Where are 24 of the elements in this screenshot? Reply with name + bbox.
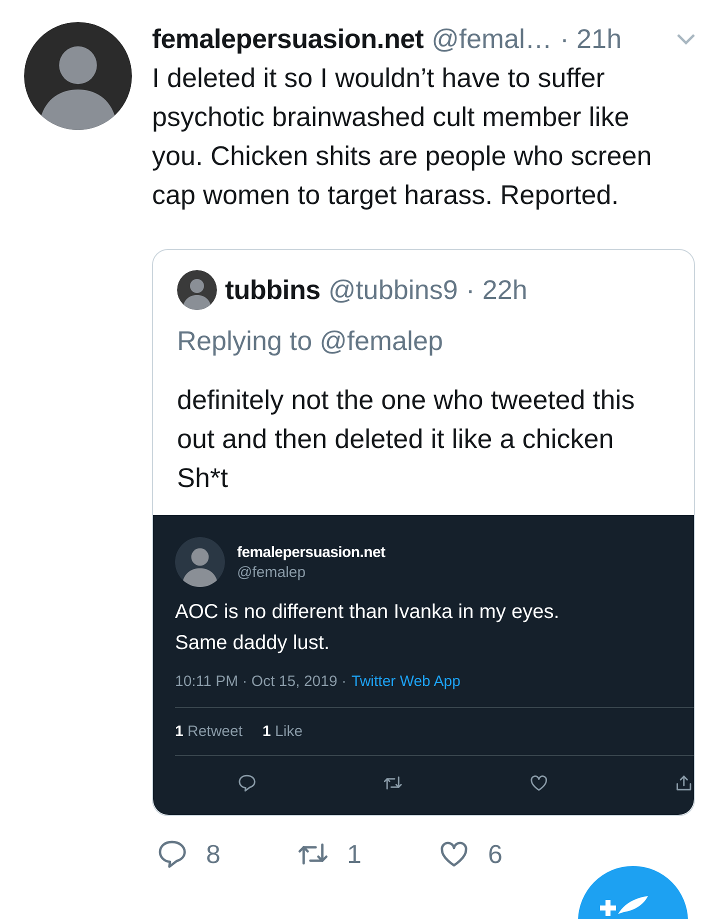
timestamp: 10:11 PM · Oct 15, 2019 · <box>175 673 346 690</box>
stat-count[interactable]: 1 Like <box>262 723 303 740</box>
stat-count[interactable]: 1 Retweet <box>175 723 243 740</box>
reply-icon[interactable] <box>156 838 188 870</box>
avatar[interactable] <box>177 270 217 310</box>
tweet-text: AOC is no different than Ivanka in my eyes. Same daddy lust. <box>175 600 560 656</box>
timestamp: · 22h <box>466 274 528 306</box>
retweet-count: 1 <box>347 838 362 870</box>
like-count: 6 <box>488 838 502 870</box>
reply-count: 8 <box>206 838 220 870</box>
compose-icon <box>598 894 648 918</box>
source-link[interactable]: Twitter Web App <box>351 673 460 690</box>
replying-to[interactable]: Replying to @femalep <box>153 310 694 357</box>
author-name[interactable]: femalepersuasion.net <box>237 544 386 561</box>
author-handle[interactable]: @tubbins9 <box>328 274 458 306</box>
tweet-text: definitely not the one who tweeted this out and then deleted it like a chicken Sh*t <box>176 384 636 495</box>
author-name[interactable]: femalepersuasion.net <box>152 24 424 54</box>
avatar[interactable] <box>24 22 132 130</box>
tweet-text: I deleted it so I wouldn’t have to suffer psychotic brainwashed cult member like you. Chicken shits are people who screen cap women to target harass. Reported. <box>152 62 653 212</box>
author-name[interactable]: tubbins <box>225 274 320 306</box>
timestamp: · 21h <box>560 24 622 54</box>
author-handle[interactable]: @femal… <box>432 24 552 54</box>
reply-icon[interactable] <box>237 772 257 794</box>
author-handle[interactable]: @femalep <box>237 564 386 581</box>
